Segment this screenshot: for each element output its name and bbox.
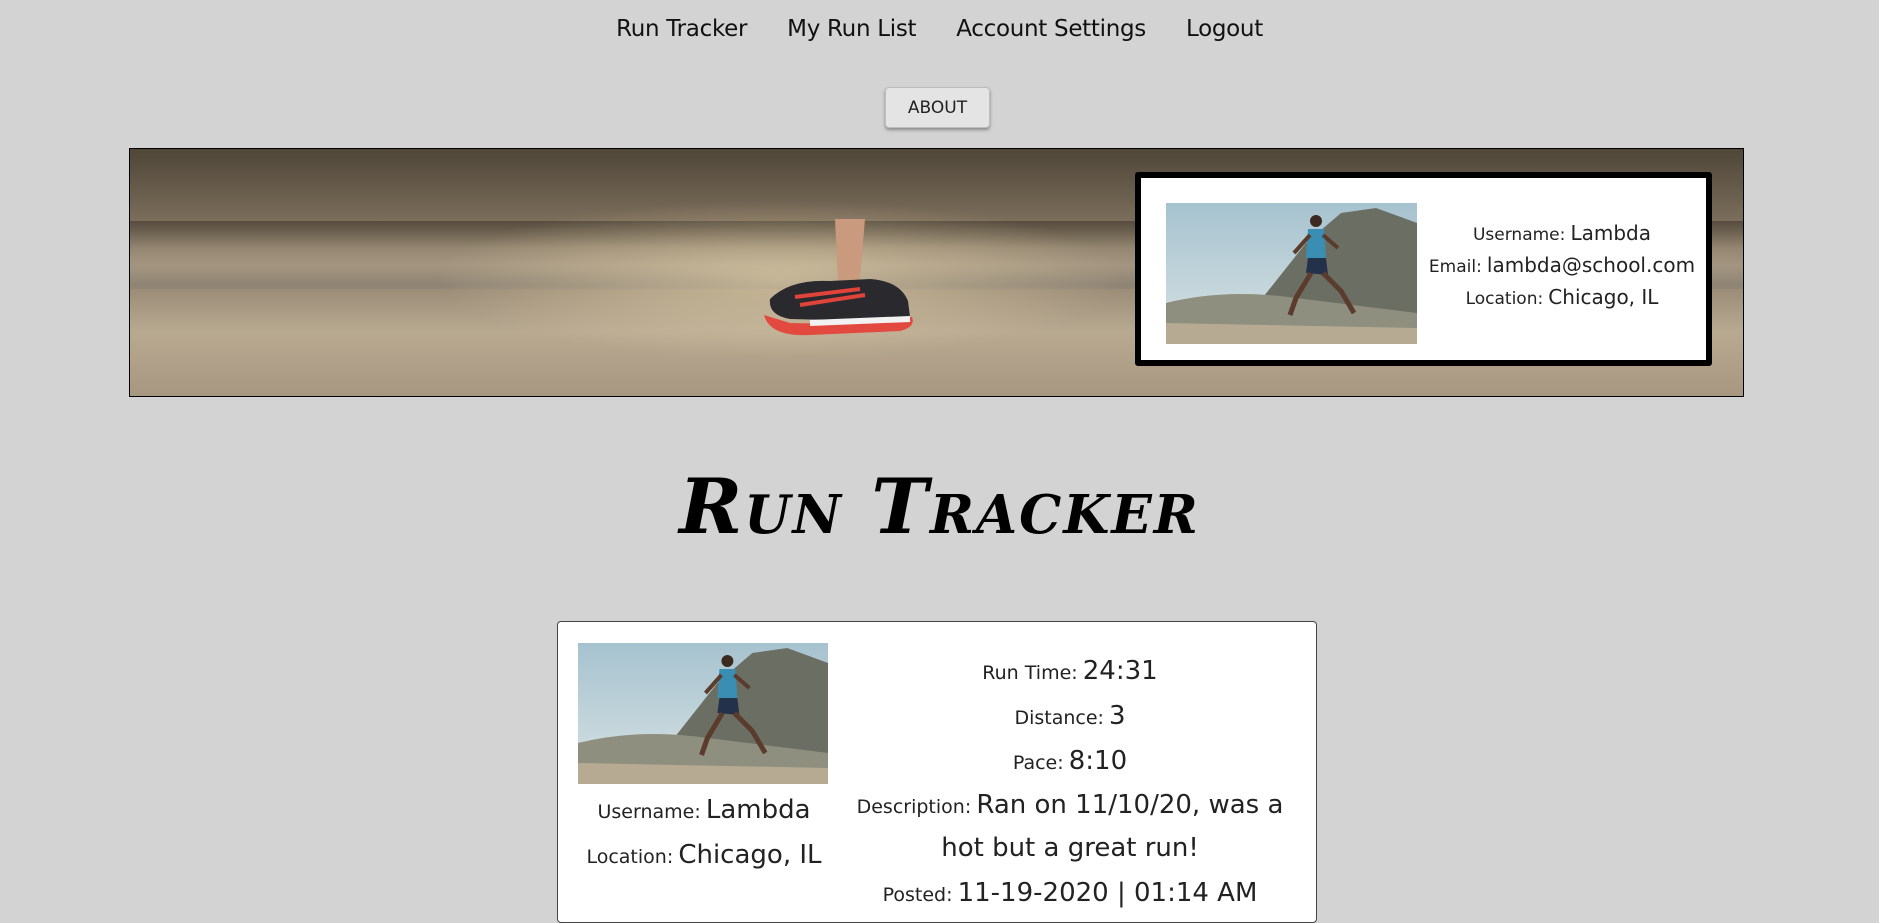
top-nav: Run Tracker My Run List Account Settings… <box>0 16 1879 42</box>
run-stats: Run Time: 24:31 Distance: 3 Pace: 8:10 D… <box>835 650 1305 917</box>
profile-email-label: Email: <box>1428 257 1482 277</box>
run-username-value: Lambda <box>705 795 811 825</box>
posted-value: 11-19-2020 | 01:14 AM <box>957 878 1258 908</box>
run-card: Username: Lambda Location: Chicago, IL R… <box>557 621 1317 923</box>
description-value: Ran on 11/10/20, was a hot but a great r… <box>941 790 1284 863</box>
run-location-value: Chicago, IL <box>678 840 822 870</box>
nav-run-tracker-link[interactable]: Run Tracker <box>616 16 747 42</box>
posted-label: Posted: <box>882 884 953 906</box>
distance-value: 3 <box>1109 701 1126 731</box>
run-location-label: Location: <box>586 846 674 868</box>
nav-account-settings-link[interactable]: Account Settings <box>956 16 1146 42</box>
pace-value: 8:10 <box>1068 746 1128 776</box>
profile-card: Username: Lambda Email: lambda@school.co… <box>1135 172 1712 366</box>
profile-info: Username: Lambda Email: lambda@school.co… <box>1417 218 1707 314</box>
running-shoe-photo <box>764 219 913 336</box>
distance-label: Distance: <box>1014 707 1104 729</box>
nav-logout-link[interactable]: Logout <box>1186 16 1263 42</box>
about-button[interactable]: ABOUT <box>885 87 990 128</box>
description-label: Description: <box>856 796 972 818</box>
run-username-label: Username: <box>597 801 701 823</box>
run-runner-photo <box>578 643 828 784</box>
pace-label: Pace: <box>1012 752 1064 774</box>
profile-username-label: Username: <box>1472 225 1566 245</box>
run-time-label: Run Time: <box>982 662 1078 684</box>
run-user-info: Username: Lambda Location: Chicago, IL <box>570 789 838 879</box>
nav-my-run-list-link[interactable]: My Run List <box>787 16 916 42</box>
profile-location-label: Location: <box>1465 289 1544 309</box>
profile-location-value: Chicago, IL <box>1548 285 1659 309</box>
page-title: Run Tracker <box>679 462 1200 551</box>
profile-runner-photo <box>1166 203 1417 344</box>
profile-username-value: Lambda <box>1570 221 1651 245</box>
run-time-value: 24:31 <box>1082 656 1158 686</box>
hero-banner: Username: Lambda Email: lambda@school.co… <box>129 148 1744 397</box>
profile-email-value: lambda@school.com <box>1486 253 1696 277</box>
